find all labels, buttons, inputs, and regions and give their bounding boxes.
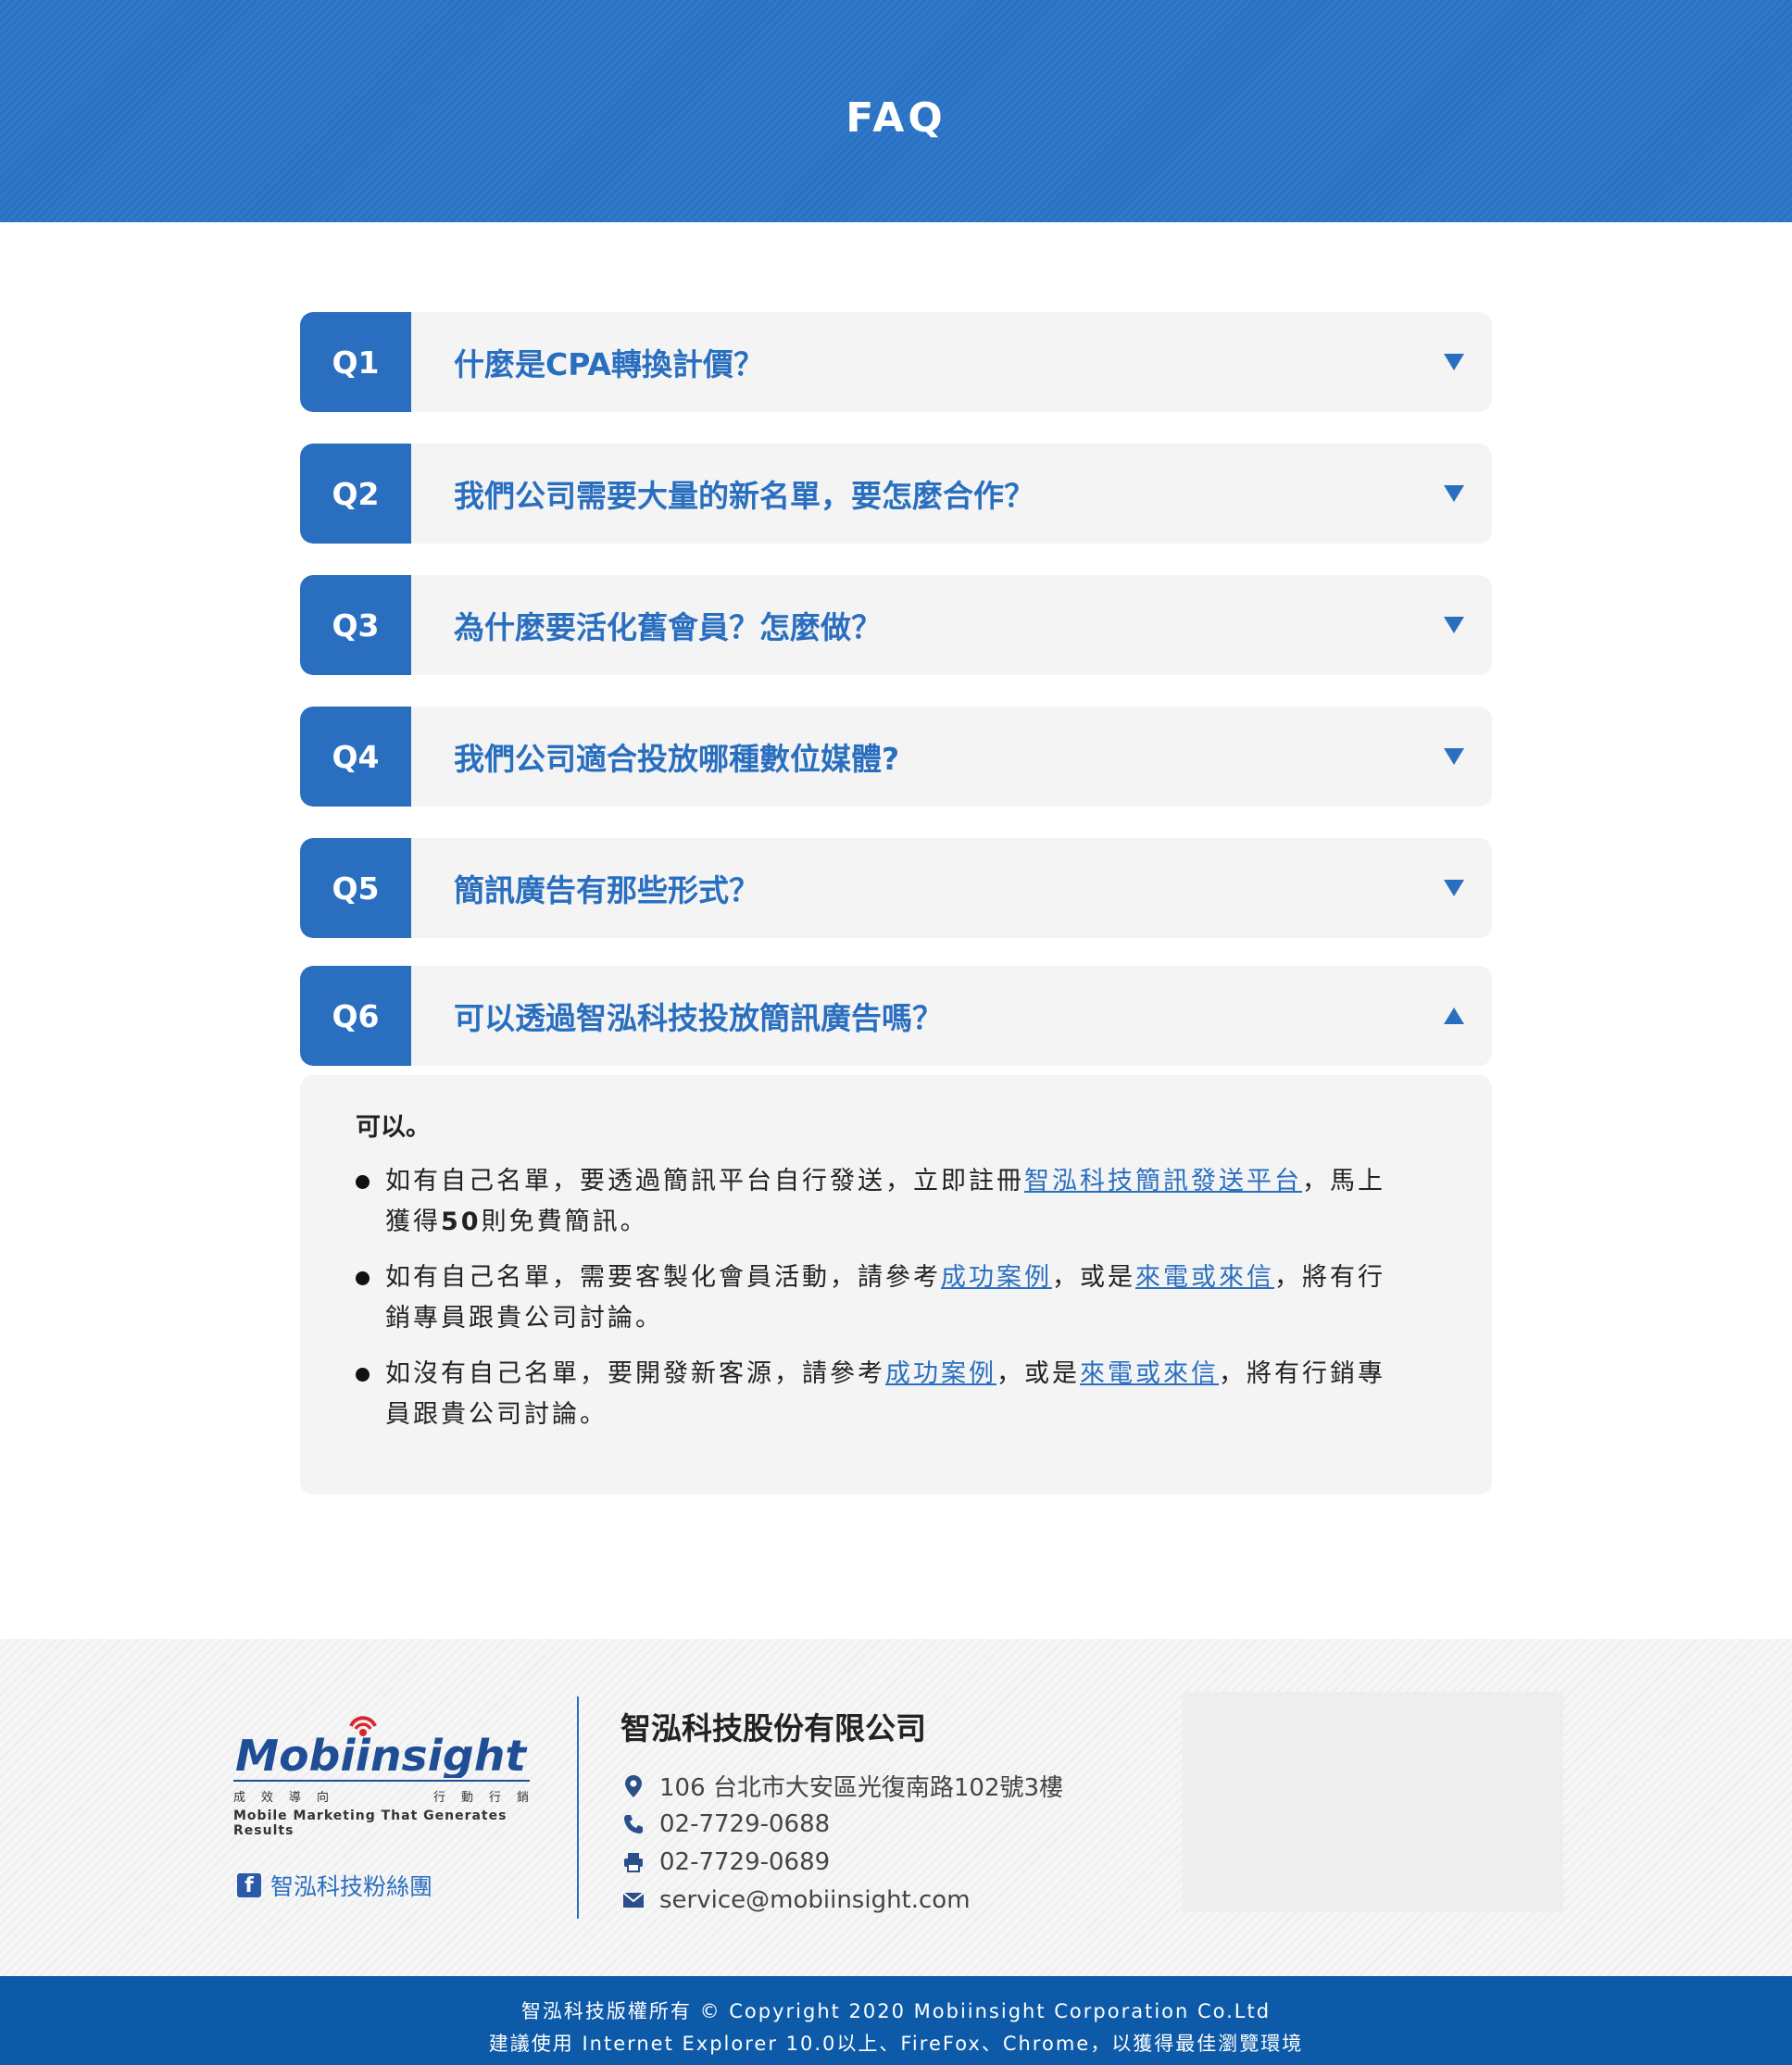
- chevron-down-icon[interactable]: [1444, 354, 1464, 370]
- tagline-char: 導: [289, 1791, 303, 1805]
- sms-platform-link[interactable]: 智泓科技簡訊發送平台: [1024, 1167, 1302, 1195]
- page-banner: FAQ: [0, 0, 1792, 222]
- mail-icon: [620, 1887, 646, 1913]
- tagline-char: 成: [233, 1791, 247, 1805]
- address-row: 106 台北市大安區光復南路102號3樓: [620, 1767, 1063, 1805]
- tagline-char: 行: [432, 1791, 446, 1805]
- answer-text: 如沒有自己名單，要開發新客源，請參考: [385, 1359, 885, 1388]
- email-text[interactable]: service@mobiinsight.com: [659, 1886, 971, 1914]
- facebook-link[interactable]: f 智泓科技粉絲團: [237, 1869, 432, 1902]
- question-text: 我們公司需要大量的新名單，要怎麼合作？: [454, 478, 1034, 514]
- chevron-down-icon[interactable]: [1444, 880, 1464, 896]
- faq-item-q4[interactable]: Q4 我們公司適合投放哪種數位媒體?: [300, 707, 1492, 807]
- logo-tagline-zh: 成效導向 行動行銷: [233, 1787, 530, 1805]
- logo-rule: [233, 1780, 530, 1782]
- facebook-icon: f: [237, 1873, 261, 1897]
- answer-bullet: 如有自己名單，需要客製化會員活動，請參考成功案例，或是來電或來信，將有行銷專員跟…: [356, 1258, 1402, 1339]
- company-name: 智泓科技股份有限公司: [620, 1710, 926, 1746]
- faq-item-q5[interactable]: Q5 簡訊廣告有那些形式？: [300, 838, 1492, 938]
- fax-icon: [620, 1849, 646, 1875]
- answer-lead: 可以。: [356, 1113, 431, 1142]
- phone-text[interactable]: 02-7729-0688: [659, 1810, 830, 1838]
- free-sms-count: 50: [441, 1208, 482, 1236]
- chevron-down-icon[interactable]: [1444, 617, 1464, 633]
- fax-text: 02-7729-0689: [659, 1847, 831, 1876]
- company-logo[interactable]: Mobiinsight 成效導向 行動行銷 Mobile Marketing T…: [233, 1706, 530, 1838]
- page-title: FAQ: [846, 94, 946, 142]
- mobiinsight-logo: Mobiinsight: [235, 1716, 528, 1778]
- svg-text:Mobiinsight: Mobiinsight: [235, 1731, 528, 1778]
- question-text: 什麼是CPA轉換計價？: [454, 346, 764, 382]
- faq-item-q3[interactable]: Q3 為什麼要活化舊會員？怎麼做？: [300, 575, 1492, 675]
- site-footer: Mobiinsight 成效導向 行動行銷 Mobile Marketing T…: [0, 1639, 1792, 1976]
- question-number: Q4: [300, 707, 411, 807]
- tagline-char: 銷: [516, 1791, 530, 1805]
- answer-list: 如有自己名單，要透過簡訊平台自行發送，立即註冊智泓科技簡訊發送平台，馬上獲得50…: [356, 1161, 1438, 1435]
- answer-text: 如有自己名單，要透過簡訊平台自行發送，立即註冊: [385, 1167, 1024, 1195]
- question-text: 為什麼要活化舊會員？怎麼做？: [454, 609, 882, 645]
- answer-text: ，或是: [1052, 1263, 1135, 1292]
- phone-row: 02-7729-0688: [620, 1805, 1063, 1843]
- question-text: 我們公司適合投放哪種數位媒體?: [454, 741, 900, 777]
- success-cases-link[interactable]: 成功案例: [941, 1263, 1052, 1292]
- question-text: 可以透過智泓科技投放簡訊廣告嗎？: [454, 1000, 943, 1036]
- copyright-bar: 智泓科技版權所有 © Copyright 2020 Mobiinsight Co…: [0, 1976, 1792, 2065]
- faq-list: Q1 什麼是CPA轉換計價？ Q2 我們公司需要大量的新名單，要怎麼合作？ Q3…: [300, 312, 1492, 1495]
- chevron-down-icon[interactable]: [1444, 748, 1464, 765]
- answer-text: 則免費簡訊。: [481, 1208, 648, 1236]
- address-text: 106 台北市大安區光復南路102號3樓: [659, 1774, 1064, 1802]
- question-number: Q3: [300, 575, 411, 675]
- faq-answer-q6: 可以。 如有自己名單，要透過簡訊平台自行發送，立即註冊智泓科技簡訊發送平台，馬上…: [300, 1075, 1492, 1495]
- answer-text: ，或是: [996, 1359, 1080, 1388]
- tagline-char: 效: [261, 1791, 275, 1805]
- faq-item-q1[interactable]: Q1 什麼是CPA轉換計價？: [300, 312, 1492, 412]
- facebook-label: 智泓科技粉絲團: [270, 1873, 433, 1900]
- question-number: Q5: [300, 838, 411, 938]
- fax-row: 02-7729-0689: [620, 1843, 1063, 1881]
- answer-bullet: 如有自己名單，要透過簡訊平台自行發送，立即註冊智泓科技簡訊發送平台，馬上獲得50…: [356, 1161, 1402, 1243]
- logo-tagline-en: Mobile Marketing That Generates Results: [233, 1808, 508, 1838]
- faq-item-q6[interactable]: Q6 可以透過智泓科技投放簡訊廣告嗎？: [300, 966, 1492, 1066]
- tagline-char: 動: [460, 1791, 474, 1805]
- contact-link[interactable]: 來電或來信: [1135, 1263, 1274, 1292]
- question-number: Q6: [300, 966, 411, 1066]
- success-cases-link[interactable]: 成功案例: [885, 1359, 996, 1388]
- map-pin-icon: [620, 1773, 646, 1799]
- answer-text: 如有自己名單，需要客製化會員活動，請參考: [385, 1263, 941, 1292]
- map-placeholder[interactable]: [1183, 1692, 1563, 1912]
- browser-recommendation: 建議使用 Internet Explorer 10.0以上、FireFox、Ch…: [488, 2033, 1304, 2055]
- chevron-up-icon[interactable]: [1444, 1007, 1464, 1024]
- tagline-char: 行: [488, 1791, 502, 1805]
- copyright-text: 智泓科技版權所有 © Copyright 2020 Mobiinsight Co…: [520, 2000, 1272, 2022]
- answer-bullet: 如沒有自己名單，要開發新客源，請參考成功案例，或是來電或來信，將有行銷專員跟貴公…: [356, 1354, 1402, 1435]
- question-text: 簡訊廣告有那些形式？: [454, 872, 759, 908]
- chevron-down-icon[interactable]: [1444, 485, 1464, 502]
- email-row: service@mobiinsight.com: [620, 1881, 1063, 1919]
- phone-icon: [620, 1811, 646, 1837]
- tagline-char: 向: [317, 1791, 331, 1805]
- contact-link[interactable]: 來電或來信: [1080, 1359, 1219, 1388]
- question-number: Q1: [300, 312, 411, 412]
- company-info: 智泓科技股份有限公司 106 台北市大安區光復南路102號3樓 02-7729-…: [620, 1704, 1063, 1919]
- footer-divider: [577, 1696, 579, 1919]
- faq-item-q2[interactable]: Q2 我們公司需要大量的新名單，要怎麼合作？: [300, 444, 1492, 544]
- question-number: Q2: [300, 444, 411, 544]
